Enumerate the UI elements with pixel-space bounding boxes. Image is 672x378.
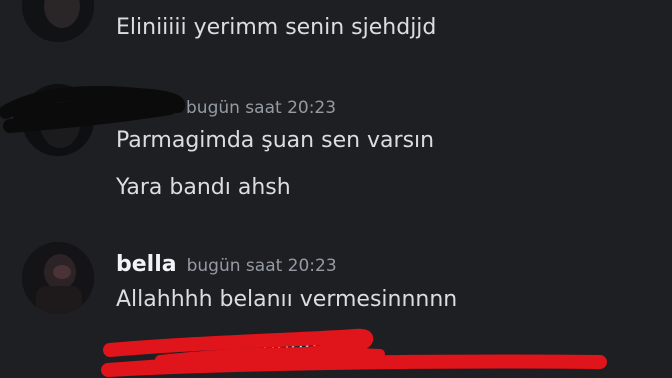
timestamp: bugün saat 20:23 xyxy=(186,98,337,118)
message-text: Eliniiiii yerimm senin sjehdjjd xyxy=(116,15,437,40)
message-text: nnnn xyxy=(262,336,318,361)
username-redacted[interactable] xyxy=(116,94,176,119)
avatar[interactable] xyxy=(22,0,94,42)
message-header: bugün saat 20:23 xyxy=(116,94,336,119)
username[interactable]: bella xyxy=(116,252,177,277)
timestamp: bugün saat 20:23 xyxy=(186,256,337,276)
chat-message-list: Eliniiiii yerimm senin sjehdjjd bugün sa… xyxy=(0,0,672,378)
avatar[interactable] xyxy=(22,84,94,156)
message-header: bella bugün saat 20:23 xyxy=(116,252,337,277)
message-text: Parmagimda şuan sen varsın xyxy=(116,128,435,153)
message-text: Allahhhh belanıı vermesinnnnn xyxy=(116,287,458,312)
message-text: Yara bandı ahsh xyxy=(116,175,291,200)
avatar[interactable] xyxy=(22,242,94,314)
